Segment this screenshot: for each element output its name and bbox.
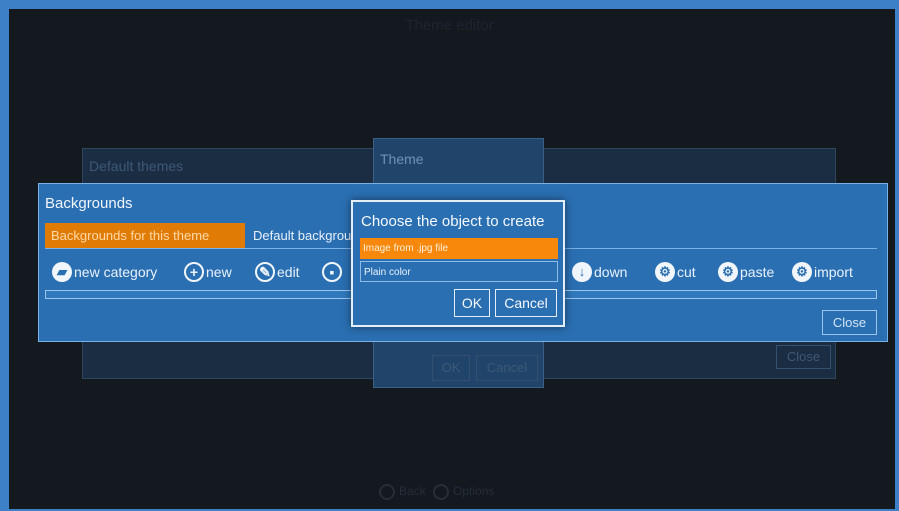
- options-label[interactable]: Options: [453, 484, 494, 498]
- edit-label: edit: [277, 264, 300, 280]
- trash-icon: ▪: [322, 262, 342, 283]
- theme-label: Theme: [380, 151, 424, 167]
- plus-icon: +: [184, 262, 204, 283]
- new-category-label: new category: [74, 264, 158, 280]
- choose-object-title: Choose the object to create: [361, 213, 545, 230]
- paste-button[interactable]: ⚙ paste: [718, 261, 774, 283]
- backgrounds-title: Backgrounds: [45, 195, 133, 212]
- cancel-button[interactable]: Cancel: [495, 289, 557, 317]
- theme-ok-button[interactable]: OK: [432, 355, 470, 381]
- import-label: import: [814, 264, 853, 280]
- arrow-down-icon: ↓: [572, 262, 592, 283]
- cut-label: cut: [677, 264, 696, 280]
- backgrounds-close-button[interactable]: Close: [822, 310, 877, 335]
- cut-button[interactable]: ⚙ cut: [655, 261, 696, 283]
- gear-icon: ⚙: [718, 262, 738, 283]
- option-image-from-jpg[interactable]: Image from .jpg file: [360, 238, 558, 259]
- down-button[interactable]: ↓ down: [572, 261, 627, 283]
- theme-cancel-button[interactable]: Cancel: [476, 355, 538, 381]
- down-label: down: [594, 264, 628, 280]
- new-button[interactable]: + new: [184, 261, 232, 283]
- edit-button[interactable]: ✎ edit: [255, 261, 300, 283]
- bottom-bar: Back Options: [375, 484, 535, 504]
- default-themes-label: Default themes: [89, 158, 184, 174]
- option-plain-color[interactable]: Plain color: [360, 261, 558, 282]
- app-title: Theme editor: [405, 17, 494, 34]
- gear-icon: ⚙: [792, 262, 812, 283]
- default-themes-close-button[interactable]: Close: [776, 345, 831, 369]
- back-label[interactable]: Back: [399, 484, 426, 498]
- new-category-button[interactable]: ▰ new category: [52, 261, 157, 283]
- tab-default-backgrounds[interactable]: Default backgrounds: [247, 223, 357, 248]
- delete-button[interactable]: ▪: [322, 261, 344, 283]
- choose-object-dialog: Choose the object to create Image from .…: [351, 200, 565, 327]
- options-icon[interactable]: [433, 484, 450, 500]
- ok-button[interactable]: OK: [454, 289, 490, 317]
- paste-label: paste: [740, 264, 775, 280]
- pencil-icon: ✎: [255, 262, 275, 283]
- new-label: new: [206, 264, 232, 280]
- tab-backgrounds-for-theme[interactable]: Backgrounds for this theme: [45, 223, 245, 248]
- import-button[interactable]: ⚙ import: [792, 261, 853, 283]
- folder-icon: ▰: [52, 262, 72, 283]
- back-icon[interactable]: [379, 484, 395, 500]
- gear-icon: ⚙: [655, 262, 675, 283]
